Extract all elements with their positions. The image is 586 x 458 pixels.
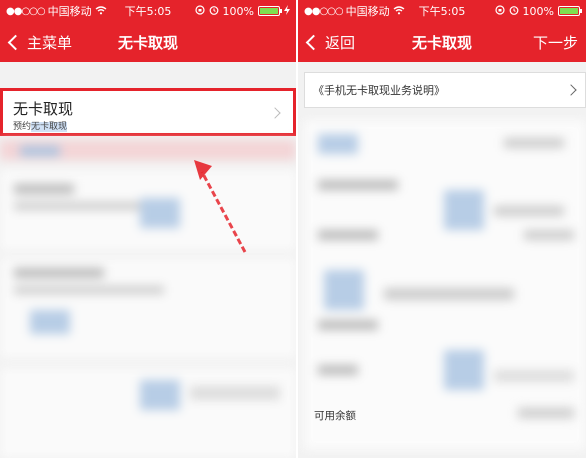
item-subtitle-highlight: 无卡取现 <box>31 122 68 132</box>
status-bar: ●●○○○ 中国移动 下午5:05 100% <box>0 0 296 22</box>
carrier-label: 中国移动 <box>345 5 390 18</box>
item-subtitle: 预约无卡取现 <box>13 119 68 132</box>
chevron-right-icon <box>565 84 577 96</box>
left-phone-screen: ●●○○○ 中国移动 下午5:05 100% 主菜单 无卡取现 无卡取现 预约无… <box>0 0 296 458</box>
blurred-content <box>0 140 296 458</box>
chevron-right-icon <box>269 107 281 119</box>
lock-rotation-icon <box>494 4 505 18</box>
back-button[interactable]: 返回 <box>298 32 355 53</box>
red-pointer-arrow <box>194 160 247 253</box>
blurred-form <box>304 120 586 450</box>
battery-percent: 100% <box>222 4 254 18</box>
battery-percent: 100% <box>522 4 554 18</box>
wifi-icon <box>95 5 107 18</box>
back-label: 返回 <box>325 33 356 52</box>
wifi-icon <box>393 5 405 18</box>
screenshot: ●●○○○ 中国移动 下午5:05 100% 主菜单 无卡取现 无卡取现 预约无… <box>0 0 586 458</box>
item-title: 无卡取现 <box>13 100 74 118</box>
main-content: 《手机无卡取现业务说明》 可用余额 <box>298 62 586 458</box>
nav-bar: 主菜单 无卡取现 <box>0 22 296 62</box>
page-title: 无卡取现 <box>117 33 179 52</box>
chevron-left-icon <box>7 34 24 50</box>
status-time: 下午5:05 <box>418 5 466 18</box>
status-bar: ●●○○○ 中国移动 下午5:05 100% <box>298 0 586 22</box>
lock-rotation-icon <box>194 4 205 18</box>
page-title: 无卡取现 <box>411 33 473 52</box>
balance-value-blurred <box>518 408 574 418</box>
cardless-withdraw-item[interactable]: 无卡取现 预约无卡取现 <box>0 88 296 136</box>
alarm-icon <box>509 5 519 18</box>
service-description-label: 《手机无卡取现业务说明》 <box>313 84 445 97</box>
signal-icon: ●●○○○ <box>304 5 344 17</box>
carrier-label: 中国移动 <box>47 5 92 18</box>
battery-icon <box>558 6 582 16</box>
alarm-icon <box>209 5 219 18</box>
main-content: 无卡取现 预约无卡取现 <box>0 62 296 458</box>
chevron-left-icon <box>305 34 322 50</box>
service-description-link[interactable]: 《手机无卡取现业务说明》 <box>304 72 586 108</box>
available-balance-label: 可用余额 <box>314 410 356 422</box>
back-label: 主菜单 <box>27 33 73 52</box>
nav-bar: 返回 无卡取现 下一步 <box>298 22 586 62</box>
next-step-button[interactable]: 下一步 <box>533 32 586 53</box>
battery-icon <box>258 6 282 16</box>
right-phone-screen: ●●○○○ 中国移动 下午5:05 100% 返回 无卡取现 下一步 《手机无卡… <box>298 0 586 458</box>
status-time: 下午5:05 <box>124 5 172 18</box>
charging-icon <box>284 4 290 18</box>
back-button[interactable]: 主菜单 <box>0 32 72 53</box>
signal-icon: ●●○○○ <box>6 5 46 17</box>
item-subtitle-prefix: 预约 <box>13 122 32 132</box>
